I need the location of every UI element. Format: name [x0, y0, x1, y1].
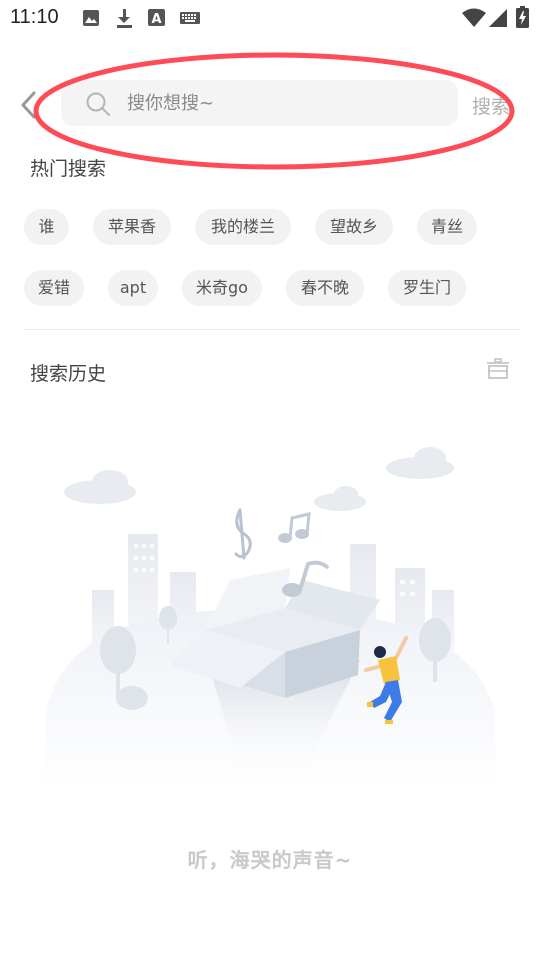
- search-history-title: 搜索历史: [30, 363, 107, 385]
- status-bar: 11:10 A: [0, 0, 540, 36]
- hot-tag[interactable]: 我的楼兰: [195, 209, 291, 245]
- cell-signal-icon: [489, 9, 507, 27]
- battery-charging-icon: [516, 6, 529, 28]
- font-a-icon: A: [148, 9, 165, 26]
- search-box[interactable]: [61, 80, 458, 126]
- hot-tag[interactable]: 苹果香: [93, 209, 171, 245]
- hot-tag[interactable]: 春不晚: [286, 270, 364, 306]
- search-submit-button[interactable]: 搜索: [472, 92, 510, 119]
- hot-tag[interactable]: 望故乡: [315, 209, 393, 245]
- status-time: 11:10: [10, 6, 59, 28]
- section-divider: [24, 329, 521, 330]
- search-icon: [86, 92, 110, 116]
- hot-tag[interactable]: 谁: [24, 209, 69, 245]
- back-button[interactable]: [14, 88, 44, 122]
- empty-history-message: 听，海哭的声音~: [187, 848, 353, 872]
- keyboard-icon: [180, 12, 200, 24]
- image-notification-icon: [83, 10, 99, 26]
- search-input[interactable]: [127, 80, 447, 126]
- wifi-icon: [462, 8, 486, 27]
- hot-tag[interactable]: 米奇go: [182, 270, 262, 306]
- svg-text:A: A: [151, 12, 161, 26]
- clear-history-trash-icon[interactable]: [486, 358, 510, 380]
- empty-history-illustration: [45, 447, 495, 790]
- hot-tag[interactable]: 青丝: [417, 209, 477, 245]
- hot-search-title: 热门搜索: [30, 158, 107, 180]
- hot-tag[interactable]: apt: [108, 270, 158, 306]
- hot-tag[interactable]: 罗生门: [388, 270, 466, 306]
- download-icon: [117, 9, 132, 28]
- hot-tag[interactable]: 爱错: [24, 270, 84, 306]
